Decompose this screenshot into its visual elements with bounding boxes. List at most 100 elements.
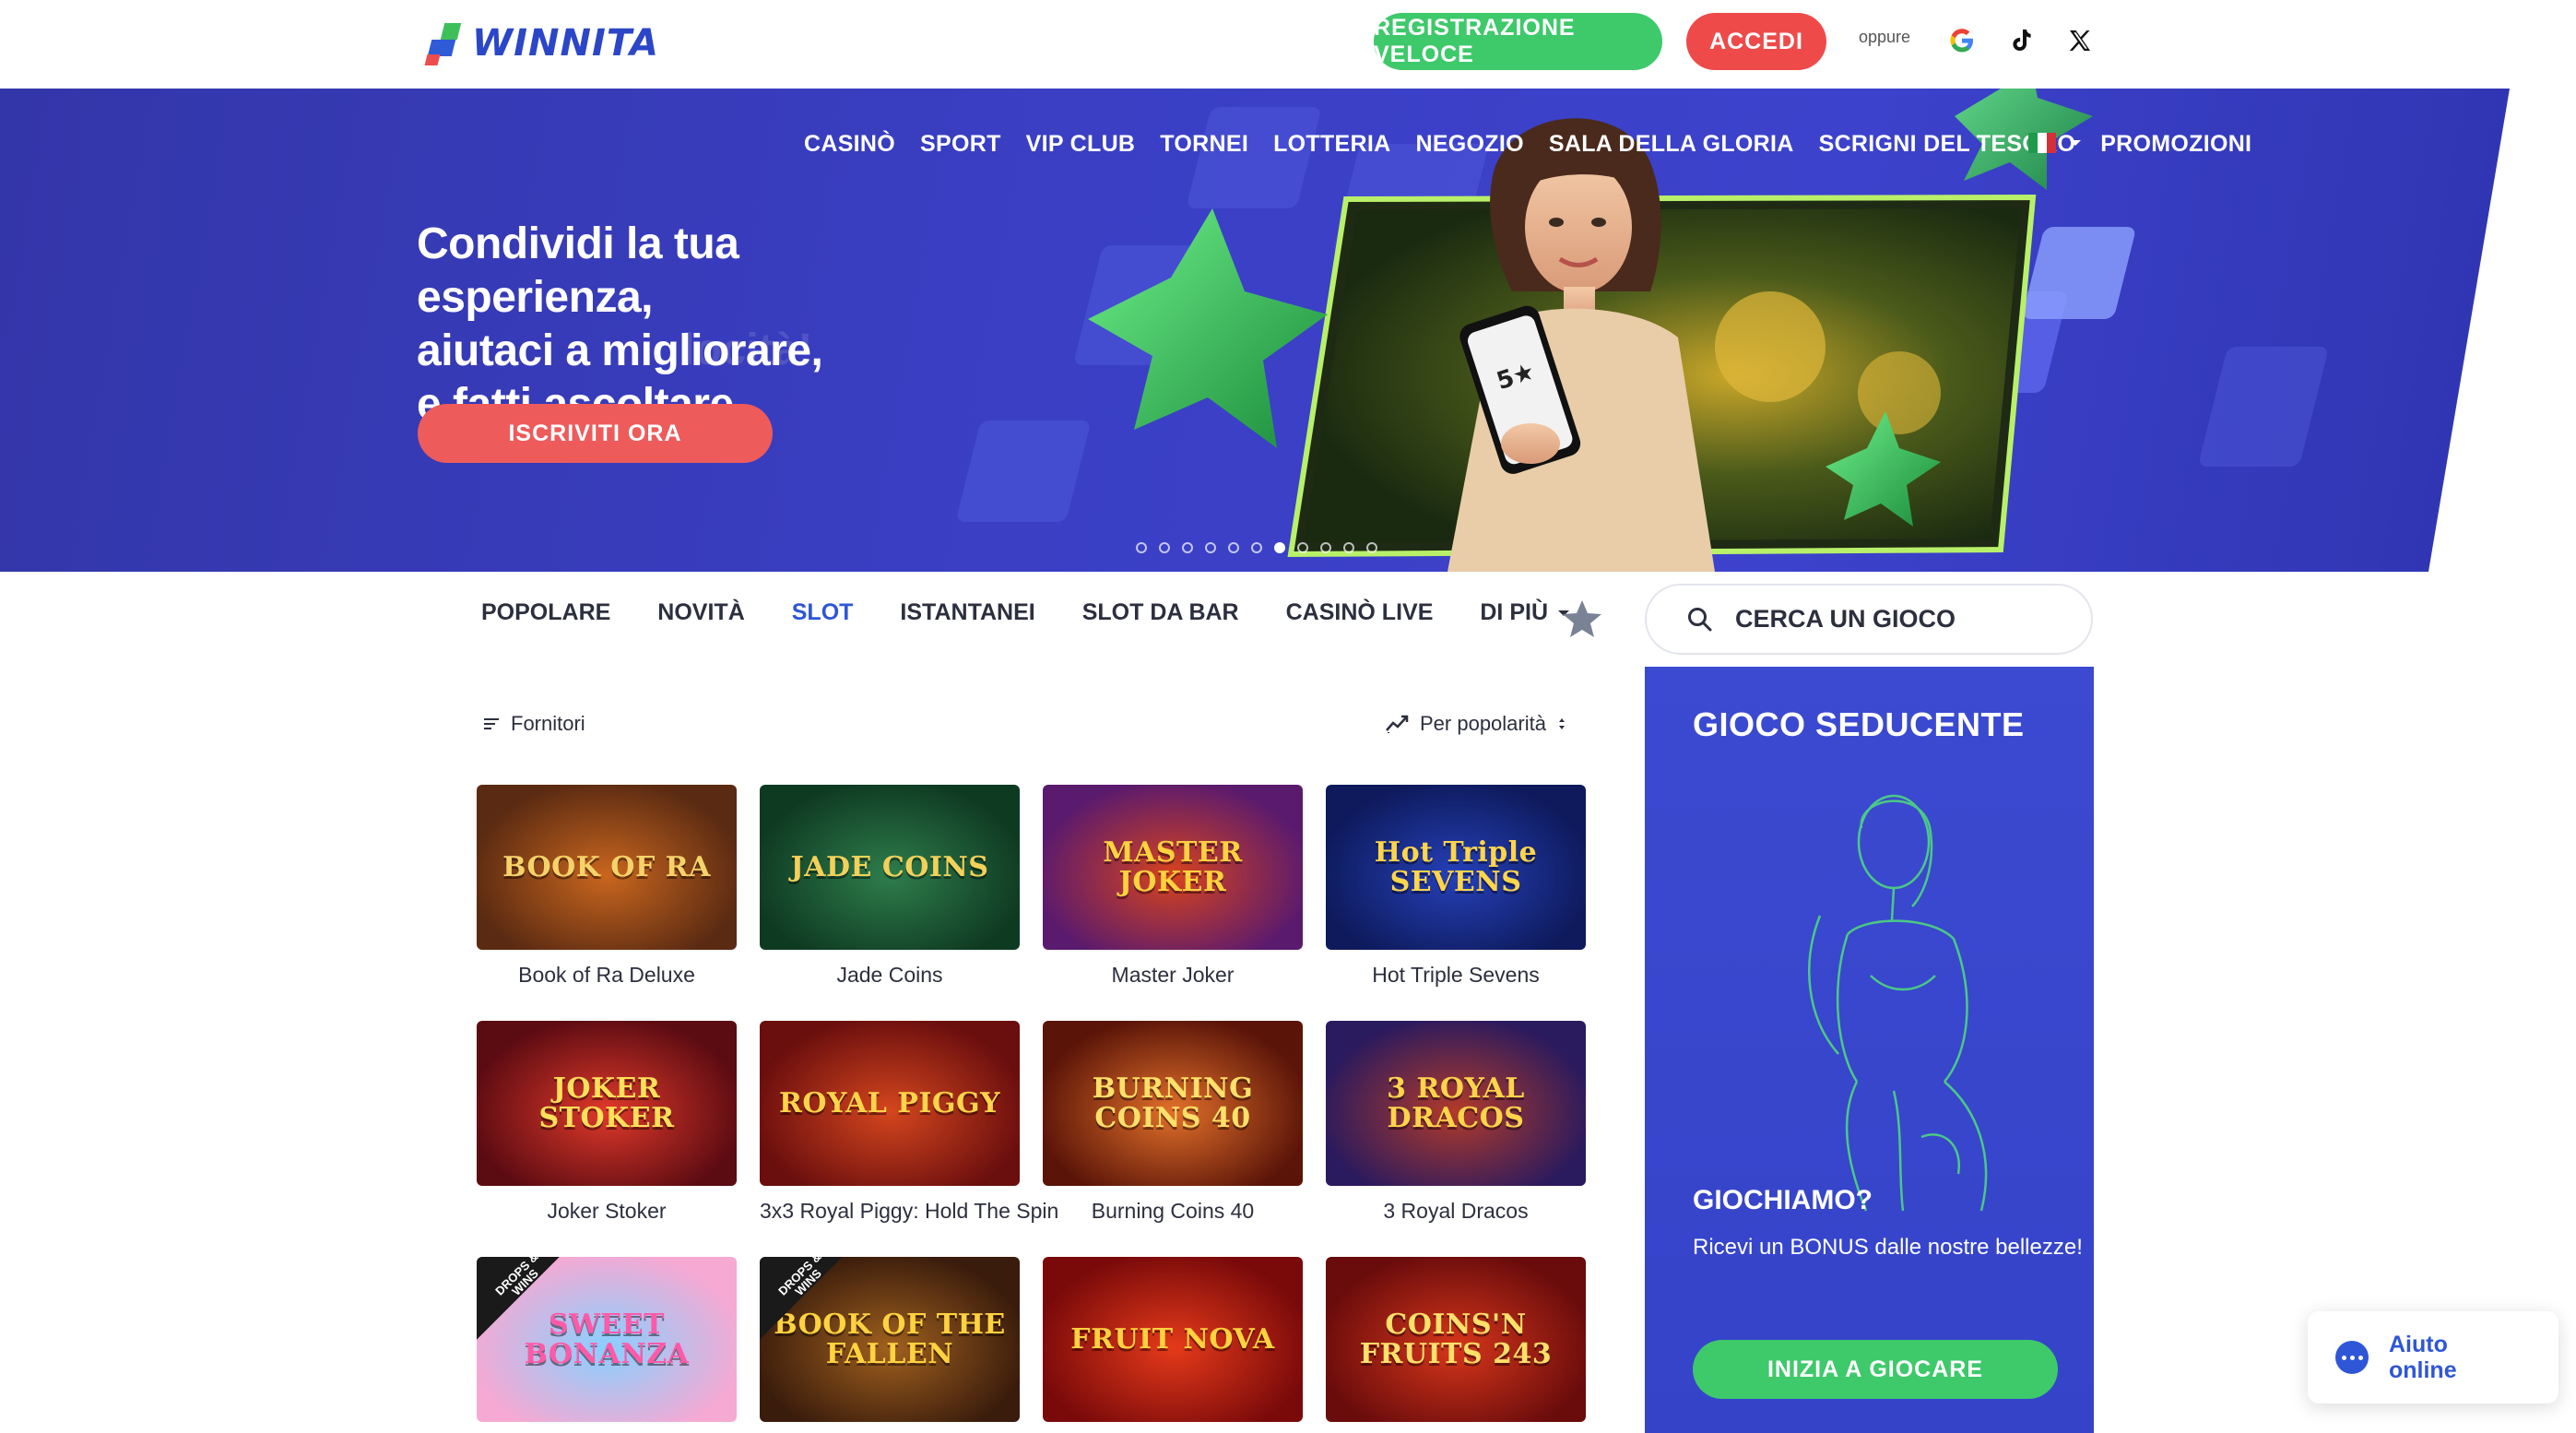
tab-di-piu[interactable]: DI PIÙ [1480, 599, 1570, 626]
game-card[interactable]: JOKER STOKER Joker Stoker [477, 1021, 737, 1257]
language-selector[interactable] [2028, 133, 2082, 153]
game-thumbnail[interactable]: 3 ROYAL DRACOS [1326, 1021, 1586, 1186]
carousel-dot[interactable] [1159, 542, 1170, 553]
winnita-logo[interactable]: WINNITA [424, 18, 659, 68]
game-logo-text: 3 ROYAL DRACOS [1387, 1072, 1525, 1134]
signup-now-button[interactable]: ISCRIVITI ORA [418, 404, 773, 463]
game-thumbnail[interactable]: FRUIT NOVA [1043, 1257, 1303, 1422]
game-card[interactable]: Hot Triple SEVENS Hot Triple Sevens [1326, 785, 1586, 1021]
game-logo-text: BOOK OF RA [502, 850, 711, 883]
game-title[interactable]: 3x3 Royal Piggy: Hold The Spin [760, 1199, 1058, 1224]
login-button[interactable]: ACCEDI [1686, 13, 1826, 70]
carousel-dot[interactable] [1182, 542, 1193, 553]
carousel-dot[interactable] [1366, 542, 1377, 553]
carousel-dot[interactable] [1297, 542, 1308, 553]
providers-filter[interactable]: Fornitori [483, 712, 585, 736]
game-thumbnail[interactable]: JOKER STOKER [477, 1021, 737, 1186]
game-logo-text: JOKER STOKER [538, 1072, 675, 1134]
tab-slot-da-bar[interactable]: SLOT DA BAR [1082, 599, 1239, 626]
hero-title: Condividi la tua esperienza, aiutaci a m… [417, 218, 933, 432]
search-icon [1688, 607, 1712, 631]
carousel-dot[interactable] [1343, 542, 1354, 553]
logo-mark-icon [424, 21, 465, 65]
nav-negozio[interactable]: NEGOZIO [1415, 131, 1523, 158]
tab-istantanei[interactable]: ISTANTANEI [900, 599, 1034, 626]
promo-panel[interactable]: GIOCO SEDUCENTE GIOCHIAMO? Ricevi un BON… [1645, 667, 2094, 1433]
game-title[interactable]: Master Joker [1043, 963, 1303, 988]
game-thumbnail[interactable]: COINS'N FRUITS 243 [1326, 1257, 1586, 1422]
sort-selector[interactable]: Per popolarità [1385, 712, 1566, 736]
logo-text: WINNITA [472, 22, 659, 65]
quick-register-button[interactable]: REGISTRAZIONE VELOCE [1374, 13, 1662, 70]
search-input[interactable] [1735, 605, 2049, 634]
nav-vip-club[interactable]: VIP CLUB [1026, 131, 1136, 158]
game-title[interactable]: Joker Stoker [477, 1199, 737, 1224]
providers-label: Fornitori [511, 712, 585, 735]
game-title[interactable]: Book of Ra Deluxe [477, 963, 737, 988]
carousel-dots [1136, 542, 1377, 553]
game-thumbnail[interactable]: BOOK OF THE FALLEN DROPS & WINS [760, 1257, 1020, 1422]
game-thumbnail[interactable]: JADE COINS [760, 785, 1020, 950]
game-grid: BOOK OF RA Book of Ra Deluxe JADE COINS Jad… [477, 785, 1586, 1433]
game-card[interactable]: SWEET BONANZADROPS & WINSSweet Bonanza [477, 1257, 737, 1433]
game-logo-text: Hot Triple SEVENS [1374, 835, 1538, 898]
promo-subtitle: Ricevi un BONUS dalle nostre bellezze! [1693, 1235, 2083, 1260]
google-icon[interactable] [1944, 22, 1980, 59]
nav-promozioni[interactable]: PROMOZIONI [2100, 131, 2251, 158]
game-card[interactable]: BOOK OF RA Book of Ra Deluxe [477, 785, 737, 1021]
game-logo-text: COINS'N FRUITS 243 [1359, 1308, 1553, 1370]
carousel-dot[interactable] [1320, 542, 1331, 553]
nav-casino[interactable]: CASINÒ [804, 131, 895, 158]
nav-tornei[interactable]: TORNEI [1160, 131, 1248, 158]
nav-sport[interactable]: SPORT [920, 131, 1001, 158]
game-title[interactable]: Burning Coins 40 [1043, 1199, 1303, 1224]
game-title[interactable]: Jade Coins [760, 963, 1020, 988]
drops-wins-badge-text: DROPS & WINS [492, 1257, 541, 1298]
game-thumbnail[interactable]: BURNING COINS 40 [1043, 1021, 1303, 1186]
game-search[interactable] [1645, 584, 2093, 655]
filter-icon [484, 718, 499, 729]
game-card[interactable]: MASTER JOKER Master Joker [1043, 785, 1303, 1021]
game-category-tabs: POPOLARE NOVITÀ SLOT ISTANTANEI SLOT DA … [481, 599, 1570, 626]
hero-bg-tile [2197, 347, 2330, 467]
game-logo-text: ROYAL PIGGY [778, 1086, 1001, 1119]
chat-label: Aiuto online [2389, 1332, 2457, 1383]
carousel-dot[interactable] [1228, 542, 1239, 553]
tiktok-icon[interactable] [2003, 22, 2039, 59]
nav-sala-della-gloria[interactable]: SALA DELLA GLORIA [1549, 131, 1794, 158]
game-card[interactable]: 3 ROYAL DRACOS 3 Royal Dracos [1326, 1021, 1586, 1257]
italy-flag-icon [2028, 133, 2056, 153]
game-card[interactable]: COINS'N FRUITS 243Coins'n Fruits 243 [1326, 1257, 1586, 1433]
hero-title-line-2: aiutaci a migliorare, [417, 326, 823, 375]
tab-slot[interactable]: SLOT [792, 599, 854, 626]
favorites-star-icon[interactable] [1561, 598, 1603, 640]
or-label: oppure [1859, 28, 1911, 46]
drops-wins-badge: DROPS & WINS [477, 1257, 560, 1340]
game-title[interactable]: Hot Triple Sevens [1326, 963, 1586, 988]
game-thumbnail[interactable]: SWEET BONANZA DROPS & WINS [477, 1257, 737, 1422]
game-card[interactable]: FRUIT NOVAFruit Nova [1043, 1257, 1303, 1433]
tab-popolare[interactable]: POPOLARE [481, 599, 610, 626]
carousel-dot[interactable] [1251, 542, 1262, 553]
game-card[interactable]: BOOK OF THE FALLENDROPS & WINSBook of th… [760, 1257, 1020, 1433]
nav-lotteria[interactable]: LOTTERIA [1273, 131, 1390, 158]
game-title[interactable]: 3 Royal Dracos [1326, 1199, 1586, 1224]
tab-novita[interactable]: NOVITÀ [657, 599, 744, 626]
game-thumbnail[interactable]: ROYAL PIGGY [760, 1021, 1020, 1186]
carousel-dot[interactable] [1136, 542, 1147, 553]
chat-bubble-icon [2335, 1341, 2369, 1374]
game-card[interactable]: BURNING COINS 40 Burning Coins 40 [1043, 1021, 1303, 1257]
online-help-chat[interactable]: Aiuto online [2308, 1311, 2558, 1403]
carousel-dot[interactable] [1205, 542, 1216, 553]
tab-casino-live[interactable]: CASINÒ LIVE [1286, 599, 1434, 626]
game-thumbnail[interactable]: Hot Triple SEVENS [1326, 785, 1586, 950]
hero-banner[interactable]: 5★ CASINÒ SPORT VIP CLUB TORNEI LOTTERIA… [0, 89, 2576, 572]
x-icon[interactable] [2062, 22, 2098, 59]
game-thumbnail[interactable]: BOOK OF RA [477, 785, 737, 950]
carousel-dot[interactable] [1274, 542, 1285, 553]
game-card[interactable]: JADE COINS Jade Coins [760, 785, 1020, 1021]
top-header: WINNITA REGISTRAZIONE VELOCE ACCEDI oppu… [0, 0, 2576, 89]
start-playing-button[interactable]: INIZIA A GIOCARE [1693, 1340, 2058, 1399]
game-thumbnail[interactable]: MASTER JOKER [1043, 785, 1303, 950]
game-card[interactable]: ROYAL PIGGY 3x3 Royal Piggy: Hold The Spi… [760, 1021, 1058, 1257]
